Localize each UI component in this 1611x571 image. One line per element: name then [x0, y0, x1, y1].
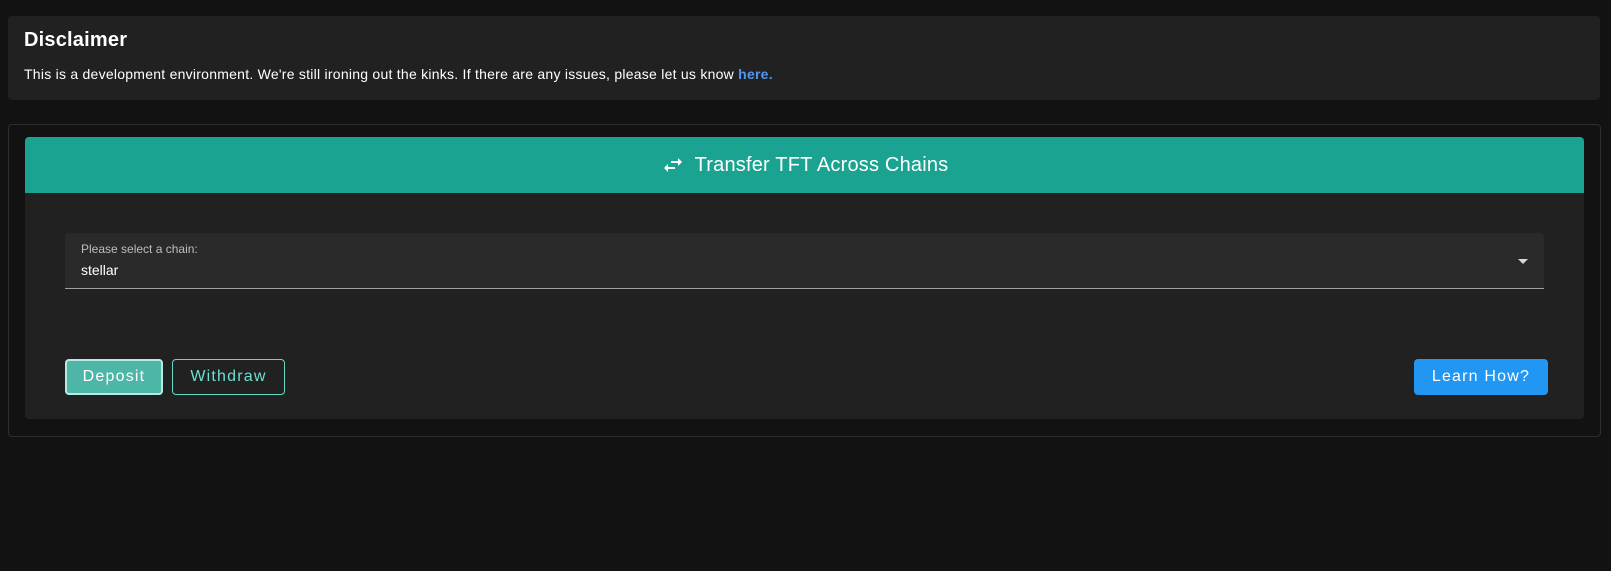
chain-select-value: stellar [81, 262, 119, 278]
disclaimer-text: This is a development environment. We're… [24, 66, 734, 82]
disclaimer-banner: Disclaimer This is a development environ… [8, 16, 1600, 100]
disclaimer-title: Disclaimer [24, 29, 128, 51]
disclaimer-message: This is a development environment. We're… [24, 65, 1584, 83]
caret-down-icon[interactable] [1518, 259, 1528, 264]
deposit-button[interactable]: Deposit [65, 359, 163, 395]
chain-select[interactable]: Please select a chain: stellar [65, 233, 1544, 289]
transfer-card-container: Transfer TFT Across Chains Please select… [8, 124, 1601, 437]
learn-how-button[interactable]: Learn How? [1414, 359, 1548, 395]
swap-horizontal-icon [661, 153, 685, 177]
withdraw-button[interactable]: Withdraw [172, 359, 285, 395]
chain-select-label: Please select a chain: [81, 242, 198, 256]
transfer-card: Transfer TFT Across Chains Please select… [25, 137, 1584, 419]
transfer-card-title: Transfer TFT Across Chains [694, 153, 949, 176]
disclaimer-link-here[interactable]: here. [738, 66, 773, 82]
transfer-card-header: Transfer TFT Across Chains [25, 137, 1584, 193]
